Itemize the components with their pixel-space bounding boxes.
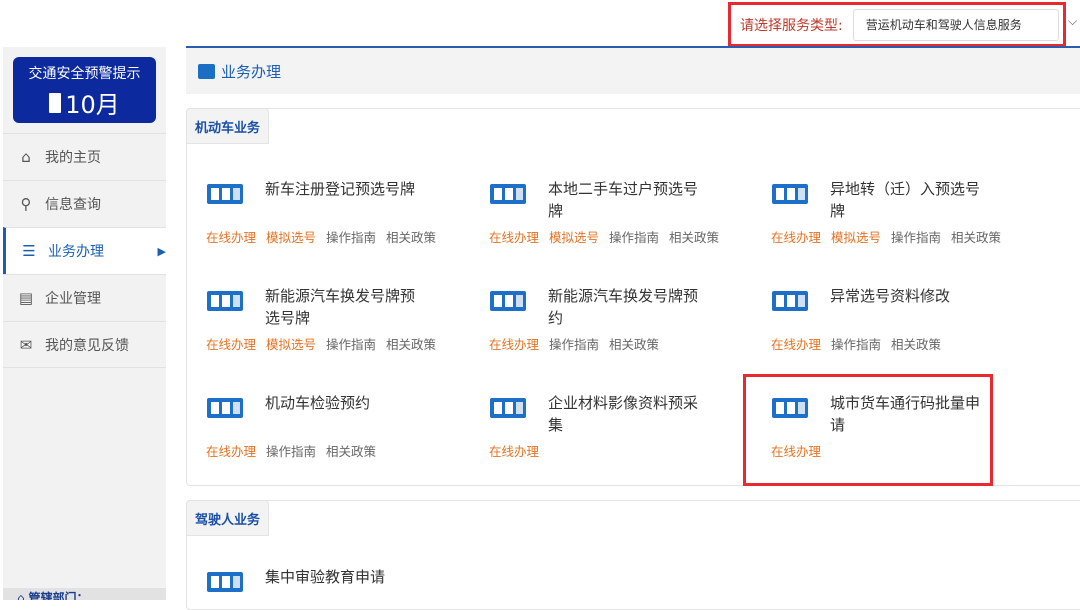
service-links: 在线办理	[489, 441, 539, 460]
truck-search-icon	[205, 394, 247, 422]
section-tab-driver[interactable]: 驾驶人业务	[186, 500, 270, 536]
chevron-down-icon[interactable]: ⌵	[1068, 14, 1077, 29]
id-card-check-icon	[205, 568, 247, 596]
service-link[interactable]: 相关政策	[669, 227, 719, 246]
service-link[interactable]: 在线办理	[771, 334, 821, 353]
home-icon: ⌂	[21, 148, 31, 166]
service-link[interactable]: 在线办理	[771, 441, 821, 460]
document-icon: ▤	[18, 289, 34, 307]
search-icon: ⚲	[20, 195, 32, 213]
plate-clock-icon	[488, 287, 530, 315]
service-links: 在线办理 操作指南 相关政策	[206, 441, 376, 460]
service-link[interactable]: 模拟选号	[266, 227, 316, 246]
sidebar-item-business[interactable]: ☰ 业务办理 ▶	[3, 227, 166, 274]
plate-icon	[488, 180, 530, 208]
section-tab-motor-vehicle[interactable]: 机动车业务	[186, 108, 270, 144]
service-links: 在线办理 模拟选号 操作指南 相关政策	[771, 227, 1001, 246]
sidebar-item-feedback[interactable]: ✉ 我的意见反馈	[3, 321, 166, 368]
service-name[interactable]: 新能源汽车换发号牌预选号牌	[265, 285, 420, 329]
service-name[interactable]: 新车注册登记预选号牌	[265, 178, 420, 200]
safety-warning-banner[interactable]: 交通安全预警提示 10月	[13, 57, 156, 123]
calendar-icon	[49, 92, 62, 113]
driver-section: 驾驶人业务	[186, 500, 1080, 610]
service-name[interactable]: 异常选号资料修改	[830, 285, 985, 307]
service-link[interactable]: 相关政策	[326, 441, 376, 460]
service-link[interactable]: 在线办理	[489, 334, 539, 353]
inbox-icon: ☰	[22, 242, 36, 260]
service-name[interactable]: 本地二手车过户预选号牌	[548, 178, 703, 222]
service-link[interactable]: 模拟选号	[549, 227, 599, 246]
plate-icon	[770, 180, 812, 208]
service-type-select[interactable]: 营运机动车和驾驶人信息服务	[852, 8, 1059, 41]
service-link[interactable]: 模拟选号	[831, 227, 881, 246]
service-name[interactable]: 企业材料影像资料预采集	[548, 392, 703, 436]
service-link[interactable]: 在线办理	[489, 227, 539, 246]
service-links: 在线办理 模拟选号 操作指南 相关政策	[206, 334, 436, 353]
service-type-selector: 请选择服务类型: 营运机动车和驾驶人信息服务	[728, 2, 1066, 47]
caret-right-icon: ▶	[157, 244, 166, 258]
service-link[interactable]: 操作指南	[266, 441, 316, 460]
service-link[interactable]: 操作指南	[549, 334, 599, 353]
sidebar-item-label: 企业管理	[45, 291, 101, 307]
service-link[interactable]: 操作指南	[326, 227, 376, 246]
service-name[interactable]: 异地转（迁）入预选号牌	[830, 178, 985, 222]
handshake-icon	[770, 287, 812, 315]
service-link[interactable]: 在线办理	[206, 334, 256, 353]
service-link[interactable]: 在线办理	[489, 441, 539, 460]
service-link[interactable]: 相关政策	[951, 227, 1001, 246]
sidebar-item-enterprise[interactable]: ▤ 企业管理	[3, 274, 166, 321]
service-link[interactable]: 相关政策	[386, 334, 436, 353]
sidebar-item-home[interactable]: ⌂ 我的主页	[3, 133, 166, 180]
service-links: 在线办理	[771, 441, 821, 460]
document-icon	[488, 394, 530, 422]
service-name[interactable]: 新能源汽车换发号牌预约	[548, 285, 703, 329]
sidebar-item-label: 我的主页	[45, 150, 101, 166]
service-link[interactable]: 相关政策	[386, 227, 436, 246]
home-outline-icon: ⌂	[17, 591, 29, 600]
sidebar-item-label: 信息查询	[45, 197, 101, 213]
service-links: 在线办理 模拟选号 操作指南 相关政策	[206, 227, 436, 246]
inbox-icon	[198, 63, 215, 79]
sidebar-item-label: 业务办理	[48, 244, 104, 260]
service-name[interactable]: 城市货车通行码批量申请	[830, 392, 985, 436]
jurisdiction-label: 管辖部门：	[28, 591, 89, 600]
sidebar-footer: ⌂ 管辖部门：	[3, 588, 166, 600]
service-link[interactable]: 操作指南	[891, 227, 941, 246]
service-link[interactable]: 模拟选号	[266, 334, 316, 353]
page-title: 业务办理	[221, 62, 282, 81]
service-link[interactable]: 操作指南	[831, 334, 881, 353]
plate-icon	[205, 180, 247, 208]
car-card-icon	[770, 394, 812, 422]
service-links: 在线办理 操作指南 相关政策	[489, 334, 659, 353]
sidebar: 交通安全预警提示 10月 ⌂ 我的主页 ⚲ 信息查询 ☰ 业务办理 ▶ ▤ 企业管理 ✉ 我…	[3, 47, 166, 600]
service-links: 在线办理 模拟选号 操作指南 相关政策	[489, 227, 719, 246]
service-link[interactable]: 在线办理	[206, 441, 256, 460]
feedback-icon: ✉	[19, 335, 33, 354]
service-link[interactable]: 相关政策	[891, 334, 941, 353]
service-links: 在线办理 操作指南 相关政策	[771, 334, 941, 353]
sidebar-item-label: 我的意见反馈	[45, 337, 129, 354]
warning-month: 10月	[65, 91, 120, 119]
service-type-label: 请选择服务类型:	[740, 17, 843, 34]
service-link[interactable]: 相关政策	[609, 334, 659, 353]
service-link[interactable]: 操作指南	[326, 334, 376, 353]
service-link[interactable]: 操作指南	[609, 227, 659, 246]
page-header: 业务办理	[186, 46, 1080, 94]
sidebar-item-query[interactable]: ⚲ 信息查询	[3, 180, 166, 227]
service-name[interactable]: 机动车检验预约	[265, 392, 420, 414]
plate-refresh-icon	[205, 287, 247, 315]
service-link[interactable]: 在线办理	[771, 227, 821, 246]
service-link[interactable]: 在线办理	[206, 227, 256, 246]
service-name[interactable]: 集中审验教育申请	[265, 566, 420, 588]
warning-title: 交通安全预警提示	[28, 66, 141, 82]
